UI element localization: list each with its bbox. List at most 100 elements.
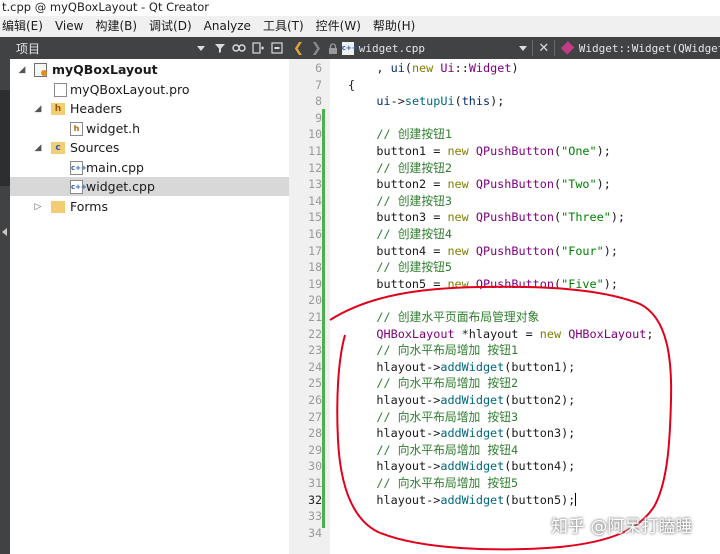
text-cursor bbox=[575, 492, 577, 506]
menu-analyze[interactable]: Analyze bbox=[198, 16, 257, 37]
code-line[interactable]: , ui(new Ui::Widget) bbox=[348, 60, 518, 77]
expanded-arrow-icon[interactable]: ◢ bbox=[33, 143, 43, 153]
line-number: 15 bbox=[308, 210, 322, 225]
code-line[interactable]: hlayout->addWidget(button5); bbox=[348, 492, 577, 509]
code-line[interactable]: hlayout->addWidget(button4); bbox=[348, 458, 575, 475]
line-number: 21 bbox=[308, 310, 322, 324]
code-line[interactable]: { bbox=[348, 77, 355, 94]
tree-item-forms[interactable]: ▷ Forms bbox=[10, 197, 289, 216]
collapsed-arrow-icon[interactable]: ▷ bbox=[33, 202, 43, 212]
code-line[interactable]: // 创建按钮2 bbox=[348, 160, 452, 177]
collapse-handle-icon[interactable] bbox=[2, 228, 7, 236]
chevron-right-icon: ❯ bbox=[310, 40, 322, 56]
line-number: 7 bbox=[315, 77, 322, 92]
line-number: 11 bbox=[308, 144, 322, 158]
code-line[interactable]: // 创建按钮1 bbox=[348, 126, 452, 143]
function-selector[interactable]: Widget::Widget(QWidget * bbox=[579, 42, 720, 55]
menu-help[interactable]: 帮助(H) bbox=[367, 16, 421, 37]
window-title: t.cpp @ myQBoxLayout - Qt Creator bbox=[0, 0, 720, 16]
back-button[interactable]: ❮ bbox=[289, 37, 308, 59]
function-icon bbox=[561, 41, 575, 55]
tree-item-main-cpp[interactable]: c++ main.cpp bbox=[10, 158, 289, 177]
forward-button[interactable]: ❯ bbox=[308, 37, 325, 59]
close-file-button[interactable]: ✕ bbox=[537, 37, 550, 59]
mode-sidebar bbox=[0, 37, 10, 554]
cpp-file-icon: c++ bbox=[341, 41, 358, 55]
code-line[interactable]: // 向水平布局增加 按钮1 bbox=[348, 342, 518, 359]
line-number: 33 bbox=[308, 509, 322, 524]
tree-item-headers[interactable]: ◢ h Headers bbox=[10, 99, 289, 118]
tree-item-label: main.cpp bbox=[86, 160, 144, 175]
headers-folder-icon: h bbox=[51, 103, 65, 115]
code-line[interactable]: hlayout->addWidget(button1); bbox=[348, 359, 575, 376]
menu-widgets[interactable]: 控件(W) bbox=[310, 16, 367, 37]
line-number: 10 bbox=[308, 127, 322, 142]
sources-folder-icon: c bbox=[51, 142, 65, 154]
tree-item-label: widget.h bbox=[86, 121, 141, 136]
line-number: 13 bbox=[308, 177, 322, 192]
active-mode-indicator bbox=[0, 90, 10, 186]
code-line[interactable]: QHBoxLayout *hlayout = new QHBoxLayout; bbox=[348, 326, 653, 343]
code-line[interactable]: hlayout->addWidget(button2); bbox=[348, 392, 575, 409]
filter-icon bbox=[215, 44, 226, 53]
line-number: 27 bbox=[308, 409, 322, 424]
code-line[interactable]: // 创建水平页面布局管理对象 bbox=[348, 309, 539, 326]
panel-dropdown-button[interactable] bbox=[194, 41, 208, 55]
line-number: 34 bbox=[308, 525, 322, 540]
tree-item-label: Forms bbox=[70, 199, 109, 214]
code-line[interactable]: // 创建按钮3 bbox=[348, 193, 452, 210]
split-button[interactable] bbox=[251, 41, 265, 55]
line-number: 31 bbox=[308, 476, 322, 490]
tree-item-label: widget.cpp bbox=[86, 179, 155, 194]
code-line[interactable]: button2 = new QPushButton("Two"); bbox=[348, 176, 610, 193]
cpp-file-icon: c++ bbox=[70, 161, 87, 175]
lock-button[interactable] bbox=[325, 37, 342, 59]
expanded-arrow-icon[interactable]: ◢ bbox=[17, 65, 27, 75]
close-icon: ✕ bbox=[538, 40, 550, 56]
close-pane-icon bbox=[271, 42, 283, 54]
line-number: 24 bbox=[308, 359, 322, 374]
code-line[interactable]: // 向水平布局增加 按钮5 bbox=[348, 475, 518, 492]
line-number: 23 bbox=[308, 343, 322, 358]
code-line[interactable]: // 创建按钮5 bbox=[348, 259, 452, 276]
project-icon bbox=[34, 63, 47, 77]
file-dropdown-button[interactable] bbox=[517, 37, 528, 59]
menu-debug[interactable]: 调试(D) bbox=[143, 16, 198, 37]
code-line[interactable]: // 向水平布局增加 按钮2 bbox=[348, 375, 518, 392]
project-tree: ◢ myQBoxLayout myQBoxLayout.pro ◢ h Head… bbox=[10, 59, 289, 554]
code-line[interactable]: // 向水平布局增加 按钮3 bbox=[348, 409, 518, 426]
menu-view[interactable]: View bbox=[49, 16, 89, 37]
code-line[interactable]: button4 = new QPushButton("Four"); bbox=[348, 243, 618, 260]
tree-item-label: Sources bbox=[70, 140, 120, 155]
tree-item-pro-file[interactable]: myQBoxLayout.pro bbox=[10, 80, 289, 99]
chevron-left-icon: ❮ bbox=[292, 40, 304, 56]
file-tab[interactable]: widget.cpp bbox=[359, 42, 517, 55]
editor-toolbar: ❮ ❯ c++ widget.cpp ✕ Widget::Widget(QWid… bbox=[289, 37, 720, 59]
line-number: 30 bbox=[308, 459, 322, 474]
cpp-file-icon: c++ bbox=[70, 180, 87, 194]
tree-item-widget-h[interactable]: h widget.h bbox=[10, 119, 289, 138]
menu-edit[interactable]: 编辑(E) bbox=[0, 16, 49, 37]
code-line[interactable]: hlayout->addWidget(button3); bbox=[348, 425, 575, 442]
menu-tools[interactable]: 工具(T) bbox=[257, 16, 310, 37]
header-file-icon: h bbox=[70, 122, 83, 136]
code-line[interactable]: ui->setupUi(this); bbox=[348, 93, 504, 110]
code-editor[interactable]: , ui(new Ui::Widget){ ui->setupUi(this);… bbox=[338, 59, 720, 554]
sync-link-button[interactable] bbox=[232, 41, 246, 55]
menu-bar: 编辑(E) View 构建(B) 调试(D) Analyze 工具(T) 控件(… bbox=[0, 16, 720, 37]
expanded-arrow-icon[interactable]: ◢ bbox=[33, 104, 43, 114]
code-line[interactable]: button3 = new QPushButton("Three"); bbox=[348, 209, 625, 226]
code-line[interactable]: button5 = new QPushButton("Five"); bbox=[348, 276, 618, 293]
line-number: 8 bbox=[315, 94, 322, 109]
change-marker bbox=[322, 109, 325, 309]
close-panel-button[interactable] bbox=[270, 41, 284, 55]
filter-button[interactable] bbox=[213, 41, 227, 55]
forms-folder-icon bbox=[51, 201, 65, 213]
tree-item-project[interactable]: ◢ myQBoxLayout bbox=[10, 60, 289, 79]
code-line[interactable]: button1 = new QPushButton("One"); bbox=[348, 143, 610, 160]
code-line[interactable]: // 创建按钮4 bbox=[348, 226, 452, 243]
code-line[interactable]: // 向水平布局增加 按钮4 bbox=[348, 442, 518, 459]
tree-item-widget-cpp[interactable]: c++ widget.cpp bbox=[10, 177, 289, 196]
menu-build[interactable]: 构建(B) bbox=[89, 16, 143, 37]
tree-item-sources[interactable]: ◢ c Sources bbox=[10, 138, 289, 157]
